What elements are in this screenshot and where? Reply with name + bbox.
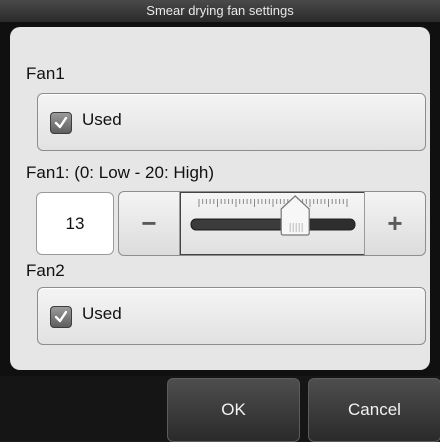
ok-button[interactable]: OK <box>167 378 300 442</box>
checkmark-icon <box>54 116 68 129</box>
fan2-used-panel[interactable]: Used <box>37 287 426 345</box>
fan2-used-label: Used <box>82 304 122 323</box>
fan2-section-label: Fan2 <box>26 261 65 280</box>
cancel-button[interactable]: Cancel <box>308 378 440 442</box>
fan2-used-checkbox[interactable] <box>50 306 72 328</box>
slider-graphic <box>190 195 356 236</box>
fan1-level-label: Fan1: (0: Low - 20: High) <box>26 163 215 182</box>
fan1-level-value[interactable]: 13 <box>36 192 114 255</box>
slider-ticks <box>198 199 348 207</box>
fan1-used-label: Used <box>82 110 122 129</box>
fan1-level-stepper: − + <box>118 191 426 256</box>
minus-icon: − <box>141 208 157 238</box>
decrease-button[interactable]: − <box>119 192 180 255</box>
plus-icon: + <box>387 208 403 238</box>
dialog-buttons: OK Cancel <box>0 376 440 442</box>
fan1-used-checkbox[interactable] <box>50 112 72 134</box>
dialog-title: Smear drying fan settings <box>0 0 440 22</box>
fan1-section-label: Fan1 <box>26 64 65 83</box>
fan-settings-dialog: Smear drying fan settings Fan1 Used Fan1… <box>0 0 440 442</box>
slider-thumb-icon <box>280 195 310 236</box>
slider-track-fill <box>192 220 296 229</box>
fan1-level-slider[interactable] <box>180 192 365 255</box>
fan1-used-panel[interactable]: Used <box>37 93 426 151</box>
increase-button[interactable]: + <box>364 192 425 255</box>
checkmark-icon <box>54 310 68 323</box>
